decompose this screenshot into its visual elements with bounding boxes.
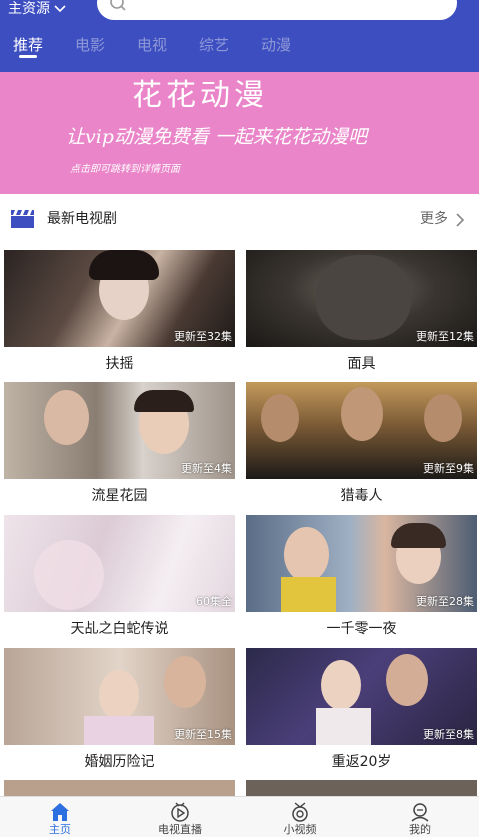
figure-shape bbox=[284, 527, 329, 582]
nav-label: 主页 bbox=[49, 823, 71, 836]
profile-icon bbox=[411, 803, 429, 822]
shirt-shape bbox=[281, 577, 336, 612]
show-title[interactable]: 重返20岁 bbox=[246, 753, 477, 771]
episode-badge: 更新至32集 bbox=[174, 330, 232, 343]
blossom-shape bbox=[34, 540, 104, 610]
figure-shape bbox=[316, 255, 411, 340]
episode-badge: 60集全 bbox=[196, 595, 232, 608]
show-title[interactable]: 扶摇 bbox=[4, 355, 235, 373]
nav-tv-live[interactable]: 电视直播 bbox=[120, 797, 240, 837]
show-thumbnail[interactable]: 更新至8集 bbox=[246, 648, 477, 745]
promo-banner[interactable]: 花花动漫 让vip动漫免费看 一起来花花动漫吧 点击即可跳转到详情页面 bbox=[0, 72, 479, 194]
chevron-right-icon[interactable] bbox=[455, 212, 465, 228]
clapperboard-icon bbox=[11, 210, 34, 228]
figure-shape bbox=[424, 394, 462, 442]
hair-shape bbox=[89, 250, 159, 280]
show-thumbnail[interactable]: 60集全 bbox=[4, 515, 235, 612]
short-video-icon bbox=[292, 802, 308, 822]
section-header: 最新电视剧 更多 bbox=[0, 194, 479, 244]
search-bar[interactable] bbox=[97, 0, 457, 20]
show-title[interactable]: 一千零一夜 bbox=[246, 620, 477, 638]
more-link[interactable]: 更多 bbox=[420, 209, 448, 229]
tv-live-icon bbox=[171, 802, 189, 822]
episode-badge: 更新至28集 bbox=[416, 595, 474, 608]
dress-shape bbox=[84, 716, 154, 745]
show-thumbnail[interactable]: 更新至15集 bbox=[4, 648, 235, 745]
show-thumbnail[interactable]: 更新至9集 bbox=[246, 382, 477, 479]
tab-tv[interactable]: 电视 bbox=[137, 35, 167, 55]
show-thumbnail[interactable]: 更新至32集 bbox=[4, 250, 235, 347]
show-title[interactable]: 天乩之白蛇传说 bbox=[4, 620, 235, 638]
nav-label: 电视直播 bbox=[158, 823, 202, 836]
tab-recommend[interactable]: 推荐 bbox=[13, 35, 43, 55]
show-title[interactable]: 猎毒人 bbox=[246, 487, 477, 505]
show-title[interactable]: 婚姻历险记 bbox=[4, 753, 235, 771]
show-card[interactable]: 更新至32集 扶摇 bbox=[4, 250, 235, 373]
show-card[interactable]: 更新至4集 流星花园 bbox=[4, 382, 235, 505]
episode-badge: 更新至15集 bbox=[174, 728, 232, 741]
figure-shape bbox=[99, 670, 139, 720]
nav-label: 小视频 bbox=[283, 823, 317, 836]
bottom-navigation: 主页 电视直播 小视频 我的 bbox=[0, 796, 479, 837]
nav-label: 我的 bbox=[409, 823, 431, 836]
source-selector[interactable]: 主资源 bbox=[8, 0, 66, 18]
hair-shape bbox=[391, 523, 446, 548]
show-thumbnail[interactable] bbox=[4, 780, 235, 796]
show-card[interactable]: 更新至8集 重返20岁 bbox=[246, 648, 477, 771]
show-thumbnail[interactable]: 更新至4集 bbox=[4, 382, 235, 479]
figure-shape bbox=[164, 656, 206, 708]
search-icon bbox=[110, 0, 126, 11]
chevron-down-icon bbox=[54, 5, 66, 13]
nav-short-video[interactable]: 小视频 bbox=[240, 797, 360, 837]
nav-profile[interactable]: 我的 bbox=[360, 797, 479, 837]
episode-badge: 更新至4集 bbox=[181, 462, 232, 475]
section-title: 最新电视剧 bbox=[47, 211, 117, 227]
show-thumbnail[interactable]: 更新至12集 bbox=[246, 250, 477, 347]
show-card[interactable]: 更新至28集 一千零一夜 bbox=[246, 515, 477, 638]
tab-variety[interactable]: 综艺 bbox=[199, 35, 229, 55]
banner-subtitle: 让vip动漫免费看 一起来花花动漫吧 bbox=[66, 126, 368, 148]
show-title[interactable]: 面具 bbox=[246, 355, 477, 373]
show-card[interactable]: 更新至12集 面具 bbox=[246, 250, 477, 373]
show-card[interactable]: 更新至15集 婚姻历险记 bbox=[4, 648, 235, 771]
hair-shape bbox=[134, 390, 194, 412]
show-card[interactable]: 更新至9集 猎毒人 bbox=[246, 382, 477, 505]
episode-badge: 更新至9集 bbox=[423, 462, 474, 475]
tab-movies[interactable]: 电影 bbox=[75, 35, 105, 55]
episode-badge: 更新至12集 bbox=[416, 330, 474, 343]
show-thumbnail[interactable] bbox=[246, 780, 477, 796]
active-tab-indicator bbox=[19, 55, 37, 58]
home-icon bbox=[51, 803, 69, 821]
banner-hint: 点击即可跳转到详情页面 bbox=[70, 164, 180, 175]
nav-home[interactable]: 主页 bbox=[0, 797, 120, 837]
figure-shape bbox=[341, 387, 383, 441]
episode-badge: 更新至8集 bbox=[423, 728, 474, 741]
figure-shape bbox=[44, 390, 89, 445]
figure-shape bbox=[321, 660, 361, 710]
figure-shape bbox=[261, 394, 299, 442]
show-title[interactable]: 流星花园 bbox=[4, 487, 235, 505]
top-header: 主资源 推荐 电影 电视 综艺 动漫 bbox=[0, 0, 479, 72]
figure-shape bbox=[386, 654, 428, 706]
show-card[interactable]: 60集全 天乩之白蛇传说 bbox=[4, 515, 235, 638]
tab-anime[interactable]: 动漫 bbox=[261, 35, 291, 55]
category-tabs: 推荐 电影 电视 综艺 动漫 bbox=[0, 32, 479, 72]
source-label: 主资源 bbox=[8, 1, 50, 17]
dress-shape bbox=[316, 708, 371, 745]
banner-title: 花花动漫 bbox=[132, 78, 268, 113]
show-thumbnail[interactable]: 更新至28集 bbox=[246, 515, 477, 612]
